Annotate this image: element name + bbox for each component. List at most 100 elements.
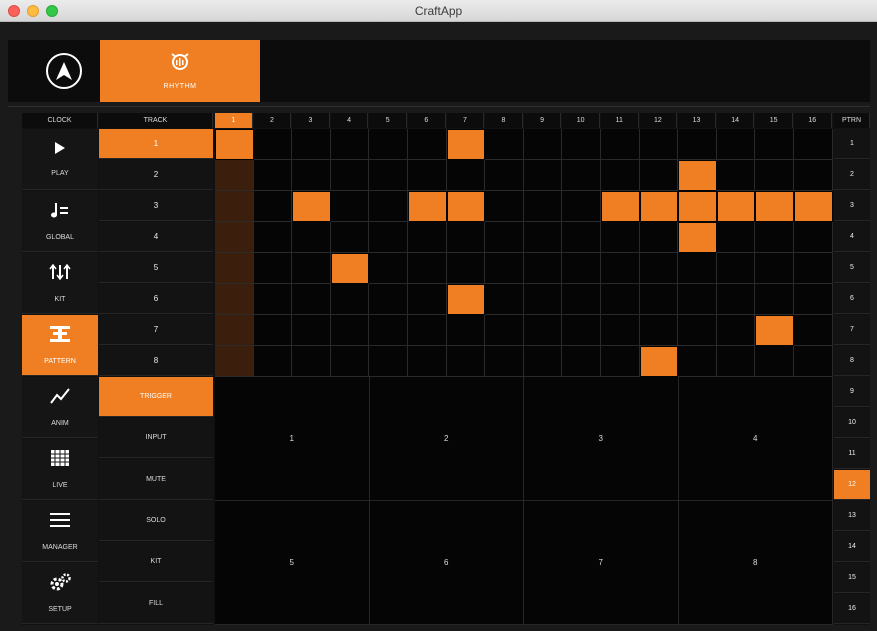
step-cell[interactable] [794,191,833,222]
step-cell[interactable] [215,315,254,346]
step-cell[interactable] [523,284,563,315]
step-cell[interactable] [523,253,563,284]
step-cell[interactable] [601,315,640,346]
step-cell[interactable] [330,222,370,253]
step-cell[interactable] [408,160,447,191]
step-cell[interactable] [446,346,486,377]
step-cell[interactable] [678,191,717,222]
track-row-1[interactable]: 1 [99,129,213,159]
ptrn-row-15[interactable]: 15 [834,563,870,593]
step-cell[interactable] [446,253,486,284]
step-cell[interactable] [485,222,524,253]
step-cell[interactable] [678,253,717,284]
step-cell[interactable] [523,160,563,191]
step-cell[interactable] [292,284,331,315]
pattern-block-1[interactable]: 1 [215,377,370,501]
step-cell[interactable] [369,315,408,346]
step-cell[interactable] [523,129,563,160]
step-cell[interactable] [639,160,679,191]
pattern-block-8[interactable]: 8 [678,501,833,625]
step-cell[interactable] [446,222,486,253]
track-row-6[interactable]: 6 [99,284,213,314]
step-cell[interactable] [716,191,756,222]
pattern-block-7[interactable]: 7 [524,501,679,625]
step-cell[interactable] [446,191,486,222]
ptrn-row-13[interactable]: 13 [834,501,870,531]
step-cell[interactable] [562,129,601,160]
step-cell[interactable] [639,284,679,315]
step-cell[interactable] [794,222,833,253]
step-cell[interactable] [639,191,679,222]
nav-manager[interactable]: MANAGER [22,501,98,562]
step-cell[interactable] [253,284,293,315]
step-cell[interactable] [292,222,331,253]
step-cell[interactable] [678,346,717,377]
track-row-8[interactable]: 8 [99,346,213,376]
ptrn-row-1[interactable]: 1 [834,129,870,159]
step-cell[interactable] [601,129,640,160]
step-cell[interactable] [639,346,679,377]
step-cell[interactable] [446,284,486,315]
mode-kit-button[interactable]: KIT [99,542,213,583]
step-cell[interactable] [601,284,640,315]
home-button[interactable] [22,40,106,102]
tab-rhythm[interactable]: RHYTHM [100,40,260,102]
step-cell[interactable] [485,253,524,284]
step-cell[interactable] [408,129,447,160]
nav-pattern[interactable]: PATTERN [22,315,98,376]
step-cell[interactable] [330,346,370,377]
nav-setup[interactable]: SETUP [22,563,98,624]
step-cell[interactable] [485,129,524,160]
step-cell[interactable] [562,222,601,253]
pattern-block-2[interactable]: 2 [369,377,524,501]
ptrn-row-7[interactable]: 7 [834,315,870,345]
ptrn-row-5[interactable]: 5 [834,253,870,283]
ptrn-row-4[interactable]: 4 [834,222,870,252]
step-cell[interactable] [755,346,794,377]
step-cell[interactable] [716,222,756,253]
nav-play[interactable]: PLAY [22,129,98,190]
step-cell[interactable] [408,191,447,222]
step-cell[interactable] [369,346,408,377]
step-cell[interactable] [562,346,601,377]
ptrn-row-11[interactable]: 11 [834,439,870,469]
step-cell[interactable] [639,222,679,253]
step-cell[interactable] [639,129,679,160]
step-cell[interactable] [562,315,601,346]
ptrn-row-12[interactable]: 12 [834,470,870,500]
step-cell[interactable] [292,253,331,284]
step-cell[interactable] [523,315,563,346]
mode-fill-button[interactable]: FILL [99,583,213,624]
nav-anim[interactable]: ANIM [22,377,98,438]
step-cell[interactable] [446,160,486,191]
step-cell[interactable] [678,222,717,253]
step-cell[interactable] [330,191,370,222]
ptrn-row-6[interactable]: 6 [834,284,870,314]
step-cell[interactable] [215,284,254,315]
step-cell[interactable] [369,160,408,191]
step-cell[interactable] [446,129,486,160]
step-cell[interactable] [716,129,756,160]
step-cell[interactable] [369,253,408,284]
step-cell[interactable] [562,160,601,191]
step-cell[interactable] [408,222,447,253]
step-cell[interactable] [446,315,486,346]
step-cell[interactable] [601,222,640,253]
step-cell[interactable] [292,129,331,160]
nav-global[interactable]: GLOBAL [22,191,98,252]
step-cell[interactable] [678,315,717,346]
step-cell[interactable] [562,191,601,222]
step-cell[interactable] [716,346,756,377]
step-cell[interactable] [330,315,370,346]
step-cell[interactable] [330,129,370,160]
step-cell[interactable] [678,284,717,315]
step-cell[interactable] [523,346,563,377]
ptrn-row-14[interactable]: 14 [834,532,870,562]
step-cell[interactable] [601,253,640,284]
mode-trigger-button[interactable]: TRIGGER [99,377,213,417]
step-cell[interactable] [369,129,408,160]
ptrn-row-2[interactable]: 2 [834,160,870,190]
ptrn-row-16[interactable]: 16 [834,594,870,624]
track-row-7[interactable]: 7 [99,315,213,345]
step-cell[interactable] [215,253,254,284]
